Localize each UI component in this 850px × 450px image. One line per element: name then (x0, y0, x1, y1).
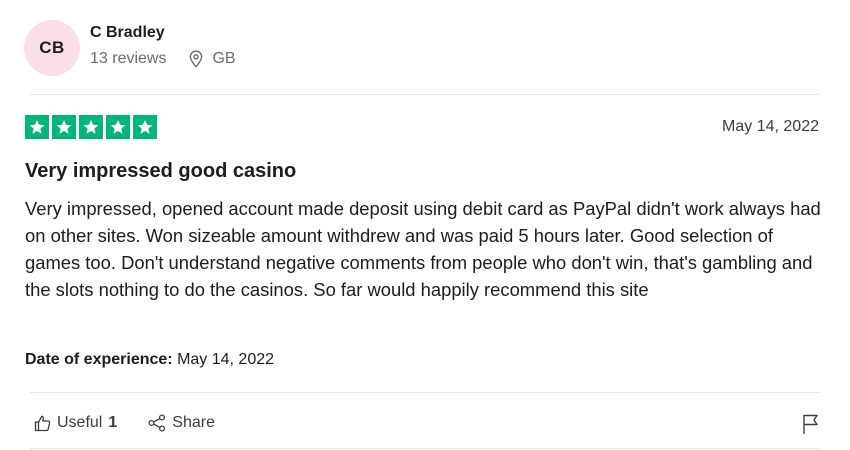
review-actions: Useful 1 Share (34, 412, 215, 434)
star-rating (25, 115, 157, 139)
avatar[interactable]: CB (24, 20, 80, 76)
footer-divider (30, 448, 820, 449)
avatar-initials: CB (39, 38, 65, 57)
actions-divider (30, 392, 820, 393)
thumbs-up-icon (34, 415, 51, 432)
consumer-header: CB C Bradley 13 reviews GB (24, 20, 236, 76)
review-date: May 14, 2022 (722, 118, 819, 135)
consumer-meta: 13 reviews GB (90, 49, 236, 69)
review-title[interactable]: Very impressed good casino (25, 158, 296, 184)
star-icon (106, 115, 130, 139)
consumer-country: GB (212, 50, 236, 67)
report-flag-button[interactable] (802, 413, 820, 440)
share-icon (148, 414, 166, 432)
share-button[interactable]: Share (147, 412, 215, 434)
location-pin-icon (188, 50, 204, 68)
consumer-info: C Bradley 13 reviews GB (90, 23, 236, 69)
date-of-experience: Date of experience: May 14, 2022 (25, 349, 274, 371)
reviews-count: 13 reviews (90, 50, 167, 67)
date-of-experience-value: May 14, 2022 (177, 351, 275, 368)
consumer-name[interactable]: C Bradley (90, 23, 236, 43)
useful-count: 1 (108, 414, 118, 431)
useful-button[interactable]: Useful 1 (34, 412, 117, 434)
star-icon (52, 115, 76, 139)
review-text: Very impressed, opened account made depo… (25, 198, 821, 300)
header-divider (30, 94, 820, 95)
date-of-experience-label: Date of experience: (25, 351, 173, 368)
useful-label: Useful (57, 414, 103, 431)
star-icon (133, 115, 157, 139)
review-card: CB C Bradley 13 reviews GB May 14, 2022 … (0, 0, 850, 450)
star-icon (25, 115, 49, 139)
share-label: Share (172, 414, 215, 431)
flag-icon (803, 414, 818, 434)
star-icon (79, 115, 103, 139)
